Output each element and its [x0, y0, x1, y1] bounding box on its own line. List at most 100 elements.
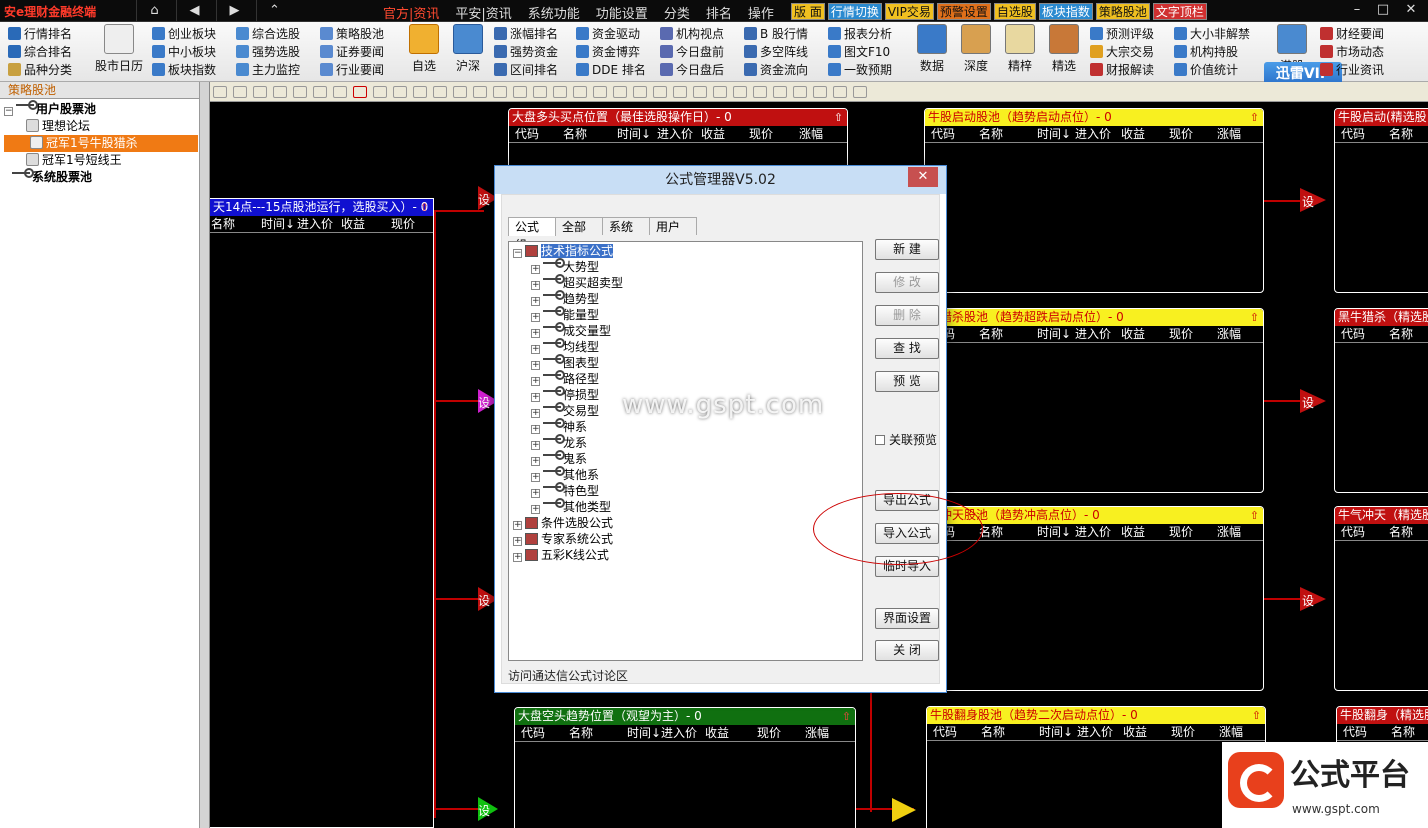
- ellipse-icon[interactable]: [553, 86, 567, 98]
- sidebar-tab-strategy-pool[interactable]: 策略股池: [0, 82, 199, 99]
- pool-panel-black-bull-hunter[interactable]: 黑牛猎杀（精选股 代码 名称: [1334, 308, 1428, 493]
- shanghai-shenzhen-button[interactable]: 沪深: [444, 24, 492, 74]
- toolbar-item[interactable]: DDE 排名: [576, 61, 646, 79]
- pool-panel-bear-market[interactable]: 大盘空头趋势位置（观望为主）- 0 ⇧ 代码 名称 时间↓ 进入价 收益 现价 涨幅: [514, 707, 856, 828]
- toolbar-item[interactable]: 机构持股: [1174, 43, 1238, 61]
- toolbar-item[interactable]: 机构视点: [660, 25, 724, 43]
- toolbar-item[interactable]: 行情排名: [8, 25, 72, 43]
- toolbar-item[interactable]: 大宗交易: [1090, 43, 1154, 61]
- expand-icon[interactable]: +: [531, 425, 540, 434]
- tab-formula-group[interactable]: 公式组: [508, 217, 556, 252]
- tree-item-formula-category[interactable]: + 趋势型: [509, 290, 862, 307]
- toolbar-item[interactable]: 大小非解禁: [1174, 25, 1250, 43]
- pool-panel-bull-rebound[interactable]: 牛股翻身股池（趋势二次启动点位）- 0 ⇧ 代码 名称 时间↓ 进入价 收益 现价 涨幅: [926, 706, 1266, 828]
- tree-node-user-pool[interactable]: − 用户股票池: [0, 100, 199, 118]
- find-button[interactable]: 查 找: [875, 338, 939, 359]
- tool-icon[interactable]: [233, 86, 247, 98]
- tree-item-formula-category[interactable]: + 其他系: [509, 466, 862, 483]
- expand-icon[interactable]: +: [531, 329, 540, 338]
- tool-icon[interactable]: [633, 86, 647, 98]
- menu-official-news[interactable]: 官方|资讯: [375, 3, 447, 22]
- data-button[interactable]: 数据: [908, 24, 956, 74]
- text-icon[interactable]: [473, 86, 487, 98]
- toolbar-item[interactable]: 报表分析: [828, 25, 892, 43]
- toolbar-item[interactable]: 今日盘前: [660, 43, 724, 61]
- tree-item-formula-category[interactable]: + 其他类型: [509, 498, 862, 515]
- expand-icon[interactable]: +: [531, 409, 540, 418]
- toolbar-item[interactable]: 市场动态: [1320, 43, 1384, 61]
- toolbar-item[interactable]: 多空阵线: [744, 43, 808, 61]
- doc-icon[interactable]: [393, 86, 407, 98]
- tree-item-formula-category[interactable]: + 超买超卖型: [509, 274, 862, 291]
- expand-icon[interactable]: +: [531, 457, 540, 466]
- tree-item-formula-category[interactable]: + 鬼系: [509, 450, 862, 467]
- up-arrow-icon[interactable]: ⇧: [834, 111, 843, 124]
- save-icon[interactable]: [253, 86, 267, 98]
- toolbar-item[interactable]: 一致预期: [828, 61, 892, 79]
- new-button[interactable]: 新 建: [875, 239, 939, 260]
- circle-icon[interactable]: [573, 86, 587, 98]
- toolbar-item[interactable]: 财报解读: [1090, 61, 1154, 79]
- panel-splitter[interactable]: [200, 82, 210, 828]
- tree-item-formula-category[interactable]: + 图表型: [509, 354, 862, 371]
- toolbar-item[interactable]: 区间排名: [494, 61, 558, 79]
- watchlist-button[interactable]: 自选: [400, 24, 448, 74]
- tool-icon[interactable]: [613, 86, 627, 98]
- selected-button[interactable]: 精选: [1040, 24, 1088, 74]
- align-icon[interactable]: [773, 86, 787, 98]
- up-arrow-icon[interactable]: ⇧: [1250, 509, 1259, 522]
- tool-icon[interactable]: [653, 86, 667, 98]
- tool-icon[interactable]: [293, 86, 307, 98]
- tag-layout-button[interactable]: 版 面: [791, 3, 825, 20]
- align-icon[interactable]: [733, 86, 747, 98]
- toolbar-item[interactable]: 预测评级: [1090, 25, 1154, 43]
- maximize-icon[interactable]: □: [1370, 1, 1396, 19]
- preview-button[interactable]: 预 览: [875, 371, 939, 392]
- toolbar-item[interactable]: 创业板块: [152, 25, 216, 43]
- toolbar-item[interactable]: 涨幅排名: [494, 25, 558, 43]
- toolbar-item[interactable]: 强势选股: [236, 43, 300, 61]
- fill-icon[interactable]: [673, 86, 687, 98]
- expand-icon[interactable]: +: [531, 505, 540, 514]
- pool-panel-bull-start-select[interactable]: 牛股启动(精选股 代码 名称: [1334, 108, 1428, 293]
- toolbar-item[interactable]: 财经要闻: [1320, 25, 1384, 43]
- menu-operation[interactable]: 操作: [740, 3, 782, 22]
- rect-icon[interactable]: [513, 86, 527, 98]
- expand-icon[interactable]: +: [531, 393, 540, 402]
- menu-ranking[interactable]: 排名: [698, 3, 740, 22]
- depth-button[interactable]: 深度: [952, 24, 1000, 74]
- up-icon[interactable]: ⌃: [256, 0, 292, 21]
- arrow-icon[interactable]: [433, 86, 447, 98]
- close-icon[interactable]: ✕: [1398, 1, 1424, 19]
- tree-item-formula-category[interactable]: + 能量型: [509, 306, 862, 323]
- forum-link[interactable]: 访问通达信公式讨论区: [508, 667, 628, 684]
- tab-user[interactable]: 用户: [649, 217, 697, 235]
- dialog-close-button[interactable]: ✕: [908, 167, 938, 187]
- expand-icon[interactable]: +: [531, 313, 540, 322]
- toolbar-item[interactable]: 策略股池: [320, 25, 384, 43]
- tree-item-formula-category[interactable]: + 龙系: [509, 434, 862, 451]
- close-button[interactable]: 关 闭: [875, 640, 939, 661]
- expand-icon[interactable]: +: [531, 361, 540, 370]
- triangle-icon[interactable]: [413, 86, 427, 98]
- toolbar-item[interactable]: 今日盘后: [660, 61, 724, 79]
- tool-icon[interactable]: [333, 86, 347, 98]
- tree-group-colorful-kline[interactable]: + 五彩K线公式: [509, 547, 862, 563]
- delete-icon[interactable]: [273, 86, 287, 98]
- tree-item-formula-category[interactable]: + 大势型: [509, 258, 862, 275]
- align-icon[interactable]: [813, 86, 827, 98]
- tab-system[interactable]: 系统: [602, 217, 650, 235]
- expand-icon[interactable]: +: [531, 489, 540, 498]
- toolbar-item[interactable]: 图文F10: [828, 43, 890, 61]
- pool-panel-afternoon-run[interactable]: 天14点---15点股池运行，选股买入）- 0 ⇧ 名称 时间↓ 进入价 收益 现价: [210, 198, 434, 828]
- tree-node-ideal-forum[interactable]: 理想论坛: [0, 118, 199, 135]
- toolbar-item[interactable]: 行业资讯: [1320, 61, 1384, 79]
- back-icon[interactable]: ◀: [176, 0, 212, 21]
- stock-calendar-button[interactable]: 股市日历: [94, 24, 144, 74]
- toolbar-item[interactable]: 综合排名: [8, 43, 72, 61]
- expand-icon[interactable]: +: [531, 345, 540, 354]
- up-arrow-icon[interactable]: ⇧: [842, 710, 851, 723]
- tree-node-champion-short-king[interactable]: 冠军1号短线王: [0, 152, 199, 169]
- tag-quote-switch-button[interactable]: 行情切换: [827, 3, 882, 20]
- line-icon[interactable]: [493, 86, 507, 98]
